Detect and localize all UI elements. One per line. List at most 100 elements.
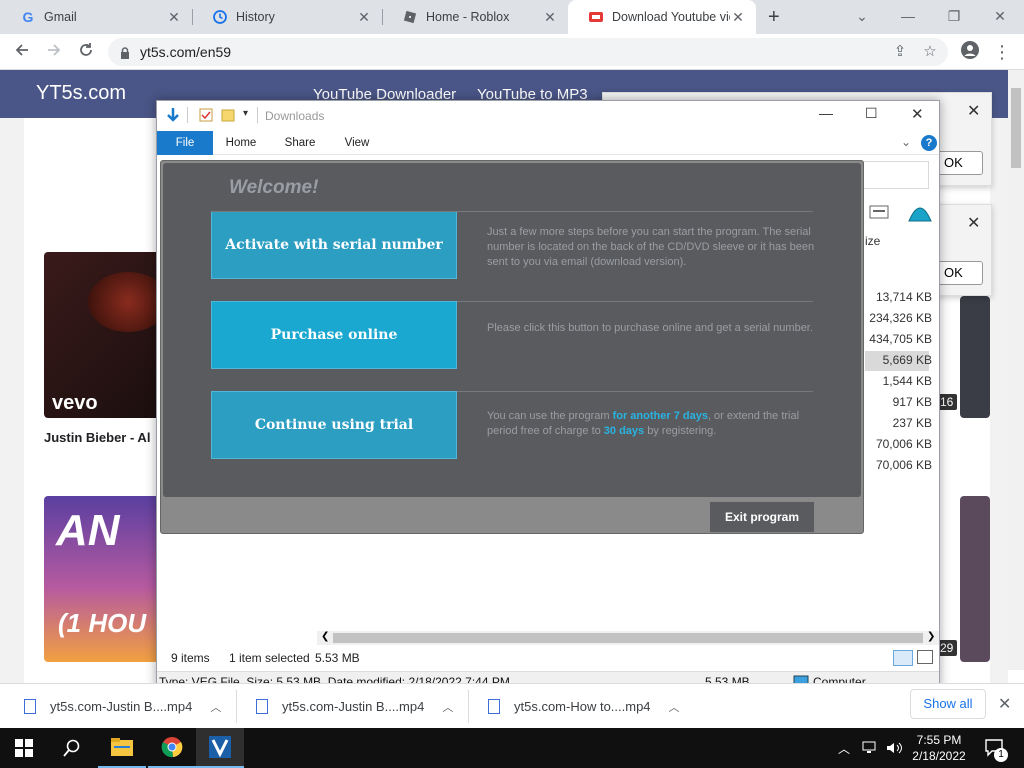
- clock-date: 2/18/2022: [912, 749, 966, 763]
- file-size: 234,326 KB: [869, 311, 932, 325]
- continue-trial-button[interactable]: Continue using trial: [211, 391, 457, 459]
- ok-button[interactable]: OK: [937, 261, 983, 285]
- start-button[interactable]: [0, 728, 48, 768]
- ok-button[interactable]: OK: [937, 151, 983, 175]
- activate-serial-button[interactable]: Activate with serial number: [211, 211, 457, 279]
- close-tab-icon[interactable]: ✕: [730, 9, 746, 26]
- download-arrow-icon[interactable]: [165, 107, 181, 128]
- new-tab-button[interactable]: +: [768, 4, 786, 30]
- chevron-up-icon[interactable]: ︿: [210, 699, 221, 715]
- quick-access-dropdown-icon[interactable]: ▾: [243, 108, 248, 119]
- ribbon-tabs: File Home Share View ⌄ ?: [157, 131, 939, 155]
- scroll-left-icon[interactable]: ❮: [321, 631, 329, 642]
- trial-description: You can use the program for another 7 da…: [487, 410, 800, 437]
- expand-ribbon-icon[interactable]: ⌄: [901, 135, 911, 149]
- file-icon: [24, 699, 36, 714]
- file-icon: [256, 699, 268, 714]
- file-size: 237 KB: [892, 416, 932, 430]
- video-thumbnail[interactable]: [960, 496, 990, 662]
- new-folder-icon[interactable]: [221, 108, 235, 125]
- horizontal-scrollbar[interactable]: ❮ ❯: [317, 631, 939, 645]
- thumbnail-text: (1 HOU: [58, 608, 147, 638]
- tab-home[interactable]: Home: [223, 131, 259, 155]
- notification-count: 1: [994, 748, 1008, 762]
- network-icon[interactable]: [862, 728, 880, 768]
- file-size: 13,714 KB: [875, 290, 932, 304]
- video-thumbnail[interactable]: [960, 296, 990, 418]
- close-icon[interactable]: ✕: [967, 101, 980, 121]
- minimize-button[interactable]: —: [888, 4, 928, 28]
- close-tab-icon[interactable]: ✕: [356, 9, 372, 26]
- taskbar-vegas-app[interactable]: [196, 728, 244, 768]
- minimize-button[interactable]: —: [819, 105, 833, 121]
- file-size: 70,006 KB: [875, 458, 932, 472]
- profile-button[interactable]: [958, 40, 982, 64]
- show-all-button[interactable]: Show all: [910, 689, 986, 719]
- tab-label: Gmail: [44, 10, 77, 24]
- details-view-icon[interactable]: [893, 650, 913, 666]
- url-text: yt5s.com/en59: [140, 44, 232, 60]
- exit-program-button[interactable]: Exit program: [709, 501, 815, 533]
- arrow-left-icon: [15, 44, 28, 56]
- page-scrollbar[interactable]: [1008, 70, 1024, 670]
- help-icon[interactable]: ?: [921, 135, 937, 151]
- tab-share[interactable]: Share: [281, 131, 319, 155]
- taskbar-file-explorer[interactable]: [98, 728, 146, 768]
- scrollbar-thumb[interactable]: [333, 633, 923, 643]
- column-header-size[interactable]: ize: [865, 234, 880, 248]
- close-icon[interactable]: ✕: [967, 213, 980, 233]
- properties-icon[interactable]: [199, 108, 213, 125]
- close-icon[interactable]: ✕: [998, 694, 1011, 714]
- tab-view[interactable]: View: [341, 131, 373, 155]
- svg-text:G: G: [23, 9, 34, 25]
- tab-roblox[interactable]: Home - Roblox ✕: [382, 0, 568, 34]
- yt5s-icon: [588, 9, 604, 25]
- browser-toolbar: yt5s.com/en59 ⇪ ☆ ⋮: [0, 34, 1024, 70]
- tab-history[interactable]: History ✕: [192, 0, 382, 34]
- tab-yt5s[interactable]: Download Youtube vid ✕: [568, 0, 756, 34]
- restore-button[interactable]: ❐: [934, 4, 974, 28]
- preview-pane-icon[interactable]: [869, 205, 889, 222]
- tab-search-icon[interactable]: ⌄: [842, 4, 882, 28]
- close-tab-icon[interactable]: ✕: [166, 9, 182, 26]
- scroll-right-icon[interactable]: ❯: [927, 631, 935, 642]
- search-box[interactable]: [863, 161, 929, 189]
- explorer-titlebar: ▾ Downloads — ☐ ✕: [157, 101, 939, 131]
- close-window-button[interactable]: ✕: [980, 4, 1020, 28]
- large-icons-view-icon[interactable]: [917, 650, 933, 664]
- chrome-menu-icon[interactable]: ⋮: [990, 40, 1014, 64]
- address-bar[interactable]: yt5s.com/en59 ⇪ ☆: [108, 38, 948, 66]
- video-thumbnail[interactable]: vevo: [44, 252, 174, 418]
- volume-icon[interactable]: [886, 728, 904, 768]
- tab-gmail[interactable]: G Gmail ✕: [0, 0, 192, 34]
- close-tab-icon[interactable]: ✕: [542, 9, 558, 26]
- bookmark-star-icon[interactable]: ☆: [918, 38, 942, 66]
- purchase-online-button[interactable]: Purchase online: [211, 301, 457, 369]
- chevron-up-icon[interactable]: ︿: [669, 699, 680, 715]
- window-title: Downloads: [265, 109, 325, 123]
- search-button[interactable]: [48, 728, 96, 768]
- reload-button[interactable]: [74, 40, 98, 64]
- divider: [187, 107, 188, 123]
- download-item[interactable]: yt5s.com-Justin B....mp4 ︿: [256, 684, 453, 729]
- site-logo[interactable]: YT5s.com: [36, 82, 126, 105]
- chevron-up-icon[interactable]: ︿: [442, 699, 453, 715]
- download-item[interactable]: yt5s.com-Justin B....mp4 ︿: [24, 684, 221, 729]
- video-title[interactable]: Justin Bieber - Al: [44, 430, 150, 445]
- download-filename: yt5s.com-Justin B....mp4: [282, 699, 425, 714]
- back-button[interactable]: [10, 40, 34, 64]
- maximize-button[interactable]: ☐: [865, 105, 878, 122]
- scrollbar-thumb[interactable]: [1011, 88, 1021, 168]
- system-clock[interactable]: 7:55 PM 2/18/2022: [906, 732, 972, 764]
- close-button[interactable]: ✕: [911, 105, 924, 123]
- video-thumbnail[interactable]: AN (1 HOU: [44, 496, 174, 662]
- show-hidden-icons[interactable]: ︿: [838, 728, 850, 768]
- share-icon[interactable]: ⇪: [888, 38, 912, 66]
- forward-button[interactable]: [42, 40, 66, 64]
- notifications-button[interactable]: 1: [984, 728, 1008, 768]
- file-size: 5,669 KB: [882, 353, 932, 367]
- taskbar: ︿ 7:55 PM 2/18/2022 1: [0, 728, 1024, 768]
- tab-file[interactable]: File: [157, 131, 213, 155]
- download-item[interactable]: yt5s.com-How to....mp4 ︿: [488, 684, 680, 729]
- taskbar-chrome[interactable]: [148, 728, 196, 768]
